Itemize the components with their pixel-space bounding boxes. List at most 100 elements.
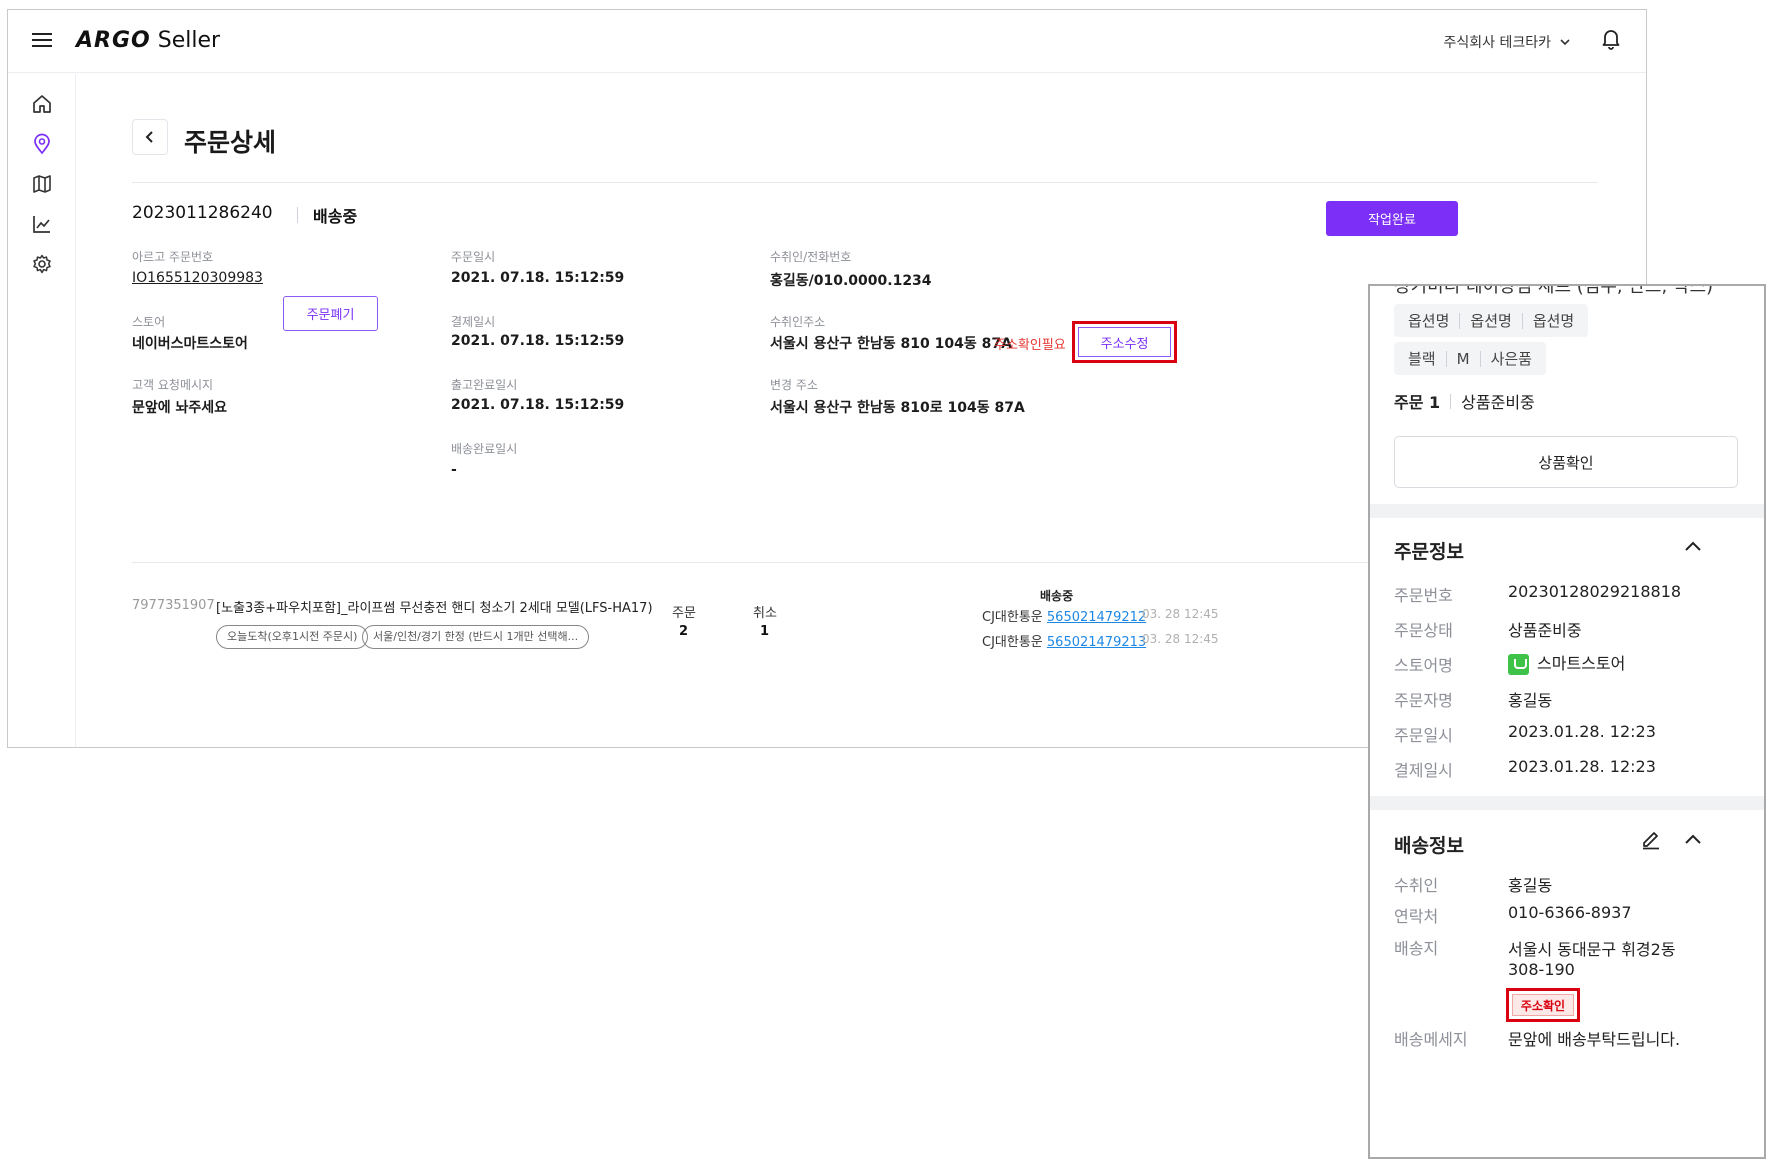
product-tag: 서울/인천/경기 한정 (반드시 1개만 선택해... <box>362 625 590 649</box>
order-number-value: 20230128029218818 <box>1508 582 1682 601</box>
delivery-message-label: 배송메세지 <box>1394 1030 1468 1049</box>
option-chip: 옵션명 <box>1470 312 1512 330</box>
product-check-button[interactable]: 상품확인 <box>1394 436 1738 488</box>
order-qty-value: 2 <box>679 624 689 639</box>
store-name-value: 스마트스토어 <box>1508 650 1625 675</box>
order-index-row: 주문 1 상품준비중 <box>1394 389 1535 413</box>
option-value-chips: 블랙 M 사은품 <box>1394 342 1546 375</box>
delivered-date-value: - <box>451 462 457 478</box>
delivery-message-value: 문앞에 배송부탁드립니다. <box>1508 1030 1681 1049</box>
divider <box>132 182 1598 183</box>
phone-label: 연락처 <box>1394 907 1439 926</box>
order-qty-label: 주문 <box>672 606 696 621</box>
chevron-up-icon[interactable] <box>1682 828 1704 850</box>
option-chip: 사은품 <box>1490 350 1532 368</box>
shipment-row: CJ대한통운 565021479212 <box>982 606 1146 625</box>
orderer-name-value: 홍길동 <box>1508 691 1553 710</box>
delivery-info-title: 배송정보 <box>1394 835 1464 857</box>
smartstore-icon <box>1508 654 1529 675</box>
order-date-value: 2021. 07.18. 15:12:59 <box>451 270 625 286</box>
chart-icon[interactable] <box>31 213 53 235</box>
complete-task-button[interactable]: 작업완료 <box>1326 201 1458 236</box>
order-number: 2023011286240 <box>132 203 273 223</box>
order-info-title: 주문정보 <box>1394 541 1464 563</box>
product-name: [노출3종+파우치포함]_라이프썸 무선충전 핸디 청소기 2세대 모델(LFS… <box>216 601 653 616</box>
changed-address-label: 변경 주소 <box>770 378 818 392</box>
order-index: 주문 1 <box>1394 393 1441 412</box>
edit-pencil-icon[interactable] <box>1640 828 1662 850</box>
customer-request-value: 문앞에 놔주세요 <box>132 400 228 416</box>
divider <box>297 207 298 223</box>
recipient-label: 수취인/전화번호 <box>770 250 852 264</box>
changed-address-value: 서울시 용산구 한남동 810로 104동 87A <box>770 400 1025 416</box>
product-tag: 오늘도착(오후1시전 주문시) <box>216 625 369 649</box>
payment-date-value: 2021. 07.18. 15:12:59 <box>451 333 625 349</box>
mobile-order-panel: 장기미디 데이장점 세트 (검수, 안드, 박스) 옵션명 옵션명 옵션명 블랙… <box>1368 284 1766 1159</box>
order-date-label: 주문일시 <box>1394 726 1453 745</box>
payment-date-label: 결제일시 <box>1394 761 1453 780</box>
release-date-value: 2021. 07.18. 15:12:59 <box>451 397 625 413</box>
tracking-number-link[interactable]: 565021479213 <box>1047 635 1146 650</box>
app-logo[interactable]: ARGO Seller <box>76 28 220 53</box>
delivered-date-label: 배송완료일시 <box>451 442 518 456</box>
page-title: 주문상세 <box>184 128 277 157</box>
address-confirm-button[interactable]: 주소확인 <box>1512 994 1574 1016</box>
store-name-text: 스마트스토어 <box>1537 654 1626 673</box>
map-icon[interactable] <box>31 173 53 195</box>
recipient-address-value: 서울시 용산구 한남동 810 104동 87A <box>770 336 1012 352</box>
chevron-left-icon <box>145 131 153 143</box>
menu-icon[interactable] <box>32 32 52 48</box>
recipient-address-label: 수취인주소 <box>770 315 826 329</box>
address-edit-button[interactable]: 주소수정 <box>1078 327 1171 357</box>
carrier-name: CJ대한통운 <box>982 635 1043 650</box>
cancel-qty-label: 취소 <box>753 606 777 621</box>
bell-icon[interactable] <box>1601 28 1621 50</box>
payment-date-value: 2023.01.28. 12:23 <box>1508 757 1656 776</box>
address-line-2: 308-190 <box>1508 960 1575 979</box>
address-check-warning: 주소확인필요 <box>994 338 1066 353</box>
address-line-1: 서울시 동대문구 휘경2동 <box>1508 940 1676 959</box>
orderer-name-label: 주문자명 <box>1394 691 1453 710</box>
address-confirm-highlight: 주소확인 <box>1506 988 1580 1022</box>
store-name-label: 스토어명 <box>1394 656 1453 675</box>
order-status-value: 상품준비중 <box>1508 621 1582 640</box>
company-selector[interactable]: 주식회사 테크타카 <box>1444 32 1572 52</box>
recipient-value: 홍길동/010.0000.1234 <box>770 273 932 289</box>
chevron-down-icon <box>1560 39 1570 46</box>
shipment-time: 03. 28 12:45 <box>1142 607 1219 621</box>
address-label: 배송지 <box>1394 939 1439 958</box>
tracking-number-link[interactable]: 565021479212 <box>1047 610 1146 625</box>
address-edit-highlight: 주소수정 <box>1072 321 1177 363</box>
chevron-up-icon[interactable] <box>1682 535 1704 557</box>
top-bar: ARGO Seller 주식회사 테크타카 <box>8 10 1646 73</box>
order-status: 배송중 <box>313 207 358 226</box>
shipment-time: 03. 28 12:45 <box>1142 632 1219 646</box>
recipient-value: 홍길동 <box>1508 876 1553 895</box>
order-date-label: 주문일시 <box>451 250 496 264</box>
store-value: 네이버스마트스토어 <box>132 336 248 352</box>
order-status-label: 주문상태 <box>1394 621 1453 640</box>
recipient-label: 수취인 <box>1394 876 1439 895</box>
order-state: 상품준비중 <box>1461 393 1535 412</box>
option-chip: M <box>1456 349 1470 368</box>
cancel-qty-value: 1 <box>760 624 770 639</box>
section-divider <box>1370 796 1764 810</box>
settings-gear-icon[interactable] <box>31 253 53 275</box>
argo-order-number-link[interactable]: IO1655120309983 <box>132 270 263 286</box>
product-title-cut: 장기미디 데이장점 세트 (검수, 안드, 박스) <box>1394 284 1714 297</box>
shipment-row: CJ대한통운 565021479213 <box>982 631 1146 650</box>
argo-order-number-label: 아르고 주문번호 <box>132 250 214 264</box>
store-label: 스토어 <box>132 315 166 329</box>
carrier-name: CJ대한통운 <box>982 610 1043 625</box>
discard-order-button[interactable]: 주문폐기 <box>283 296 378 331</box>
shipping-status: 배송중 <box>1040 589 1074 603</box>
home-icon[interactable] <box>31 93 53 115</box>
product-code: 7977351907 <box>132 598 215 613</box>
location-pin-icon[interactable] <box>31 133 53 155</box>
section-divider <box>1370 504 1764 518</box>
order-date-value: 2023.01.28. 12:23 <box>1508 722 1656 741</box>
back-button[interactable] <box>132 119 168 155</box>
customer-request-label: 고객 요청메시지 <box>132 378 214 392</box>
option-chip: 옵션명 <box>1532 312 1575 330</box>
company-name: 주식회사 테크타카 <box>1443 35 1552 51</box>
